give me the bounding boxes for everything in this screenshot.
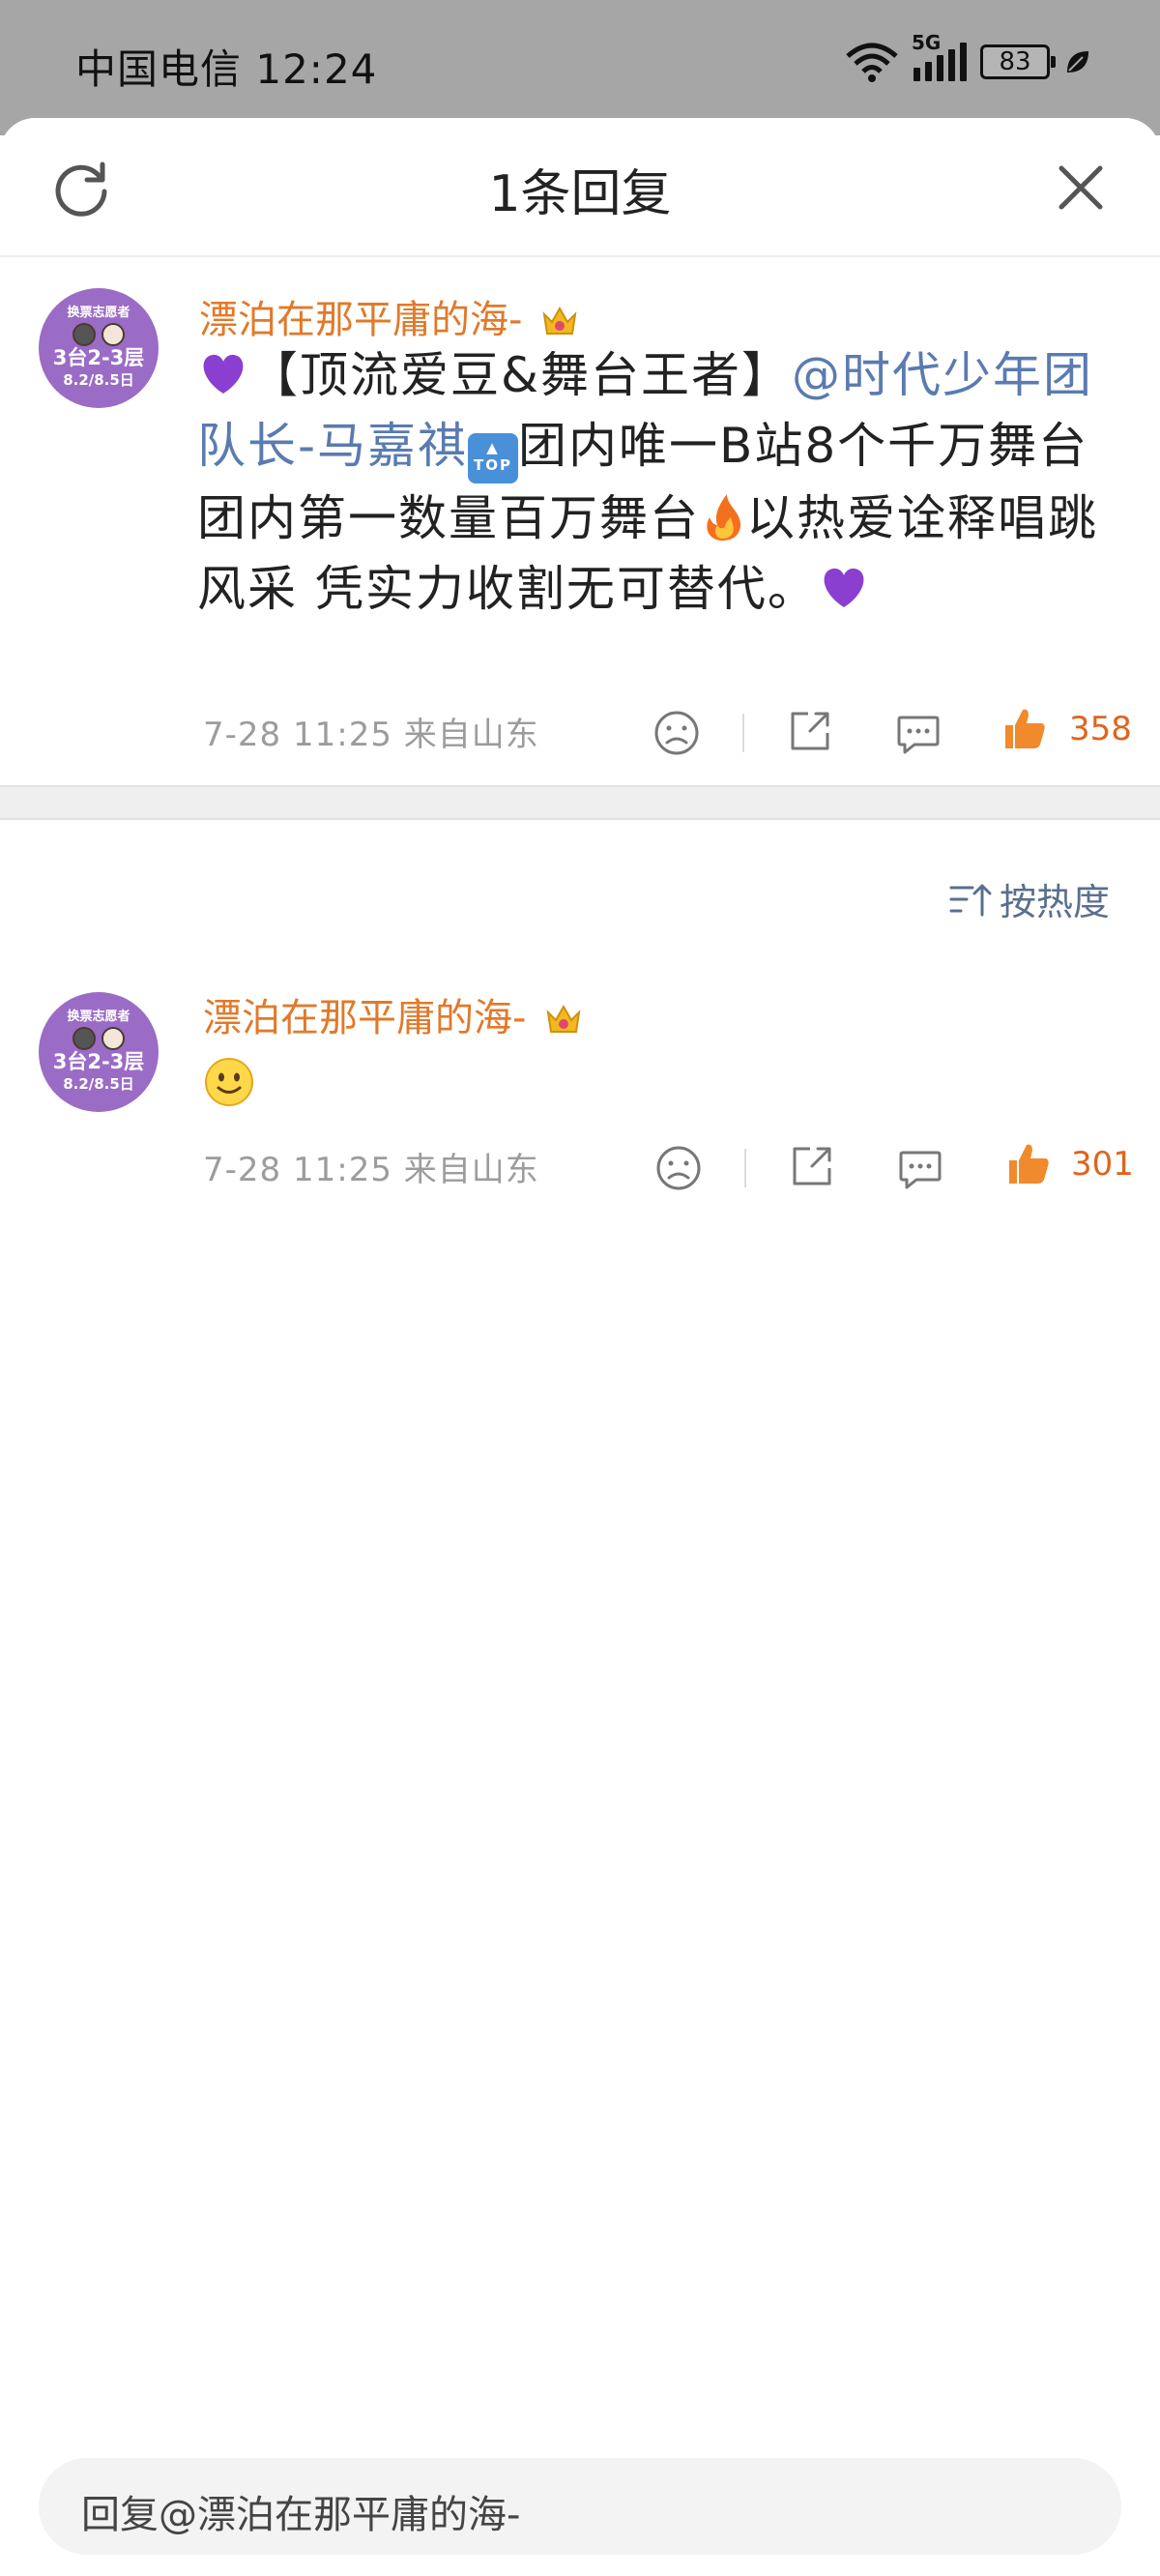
crown-icon	[542, 306, 577, 335]
username-text[interactable]: 漂泊在那平庸的海-	[199, 298, 522, 342]
comment-icon[interactable]	[895, 1143, 945, 1193]
avatar-text: 3台2-3层	[52, 1050, 145, 1073]
smile-icon	[205, 1058, 253, 1106]
share-icon[interactable]	[785, 706, 835, 756]
avatar-text: 3台2-3层	[52, 346, 145, 369]
comment-body: 【顶流爱豆&舞台王者】@时代少年团队长-马嘉祺 ▲ TOP 团内唯一B站8个千万舞台团…	[197, 340, 1125, 625]
username[interactable]: 漂泊在那平庸的海-	[203, 986, 583, 1042]
avatar-text: 8.2/8.5日	[63, 1075, 134, 1093]
dislike-icon[interactable]	[652, 708, 702, 758]
network-type: 5G	[912, 31, 942, 54]
like-count: 358	[1069, 710, 1132, 748]
username[interactable]: 漂泊在那平庸的海-	[199, 288, 579, 344]
status-bar: 中国电信 12:24 5G 83	[0, 0, 1160, 135]
purple-heart-icon	[203, 354, 244, 394]
avatar-text: 8.2/8.5日	[63, 371, 134, 389]
time-location: 7-28 11:25 来自山东	[203, 716, 539, 754]
fire-icon	[707, 494, 740, 541]
avatar[interactable]: 换票志愿者 3台2-3层 8.2/8.5日	[39, 288, 159, 408]
status-icons: 5G 83	[844, 31, 1092, 85]
comment-icon[interactable]	[893, 708, 943, 758]
share-icon[interactable]	[787, 1141, 837, 1191]
top-icon: ▲ TOP	[468, 433, 519, 483]
reply-sheet: 1条回复 换票志愿者 3台2-3层 8.2/8.5日 漂泊在那平庸的海- 【顶流…	[0, 118, 1160, 2576]
section-divider	[0, 785, 1160, 820]
avatar-text: 换票志愿者	[67, 306, 130, 320]
like-count: 301	[1071, 1145, 1134, 1184]
username-text[interactable]: 漂泊在那平庸的海-	[203, 996, 526, 1040]
avatar-faces	[39, 323, 159, 346]
close-icon[interactable]	[1052, 159, 1110, 217]
sheet-header: 1条回复	[0, 118, 1160, 257]
sort-label[interactable]: 按热度	[1000, 872, 1110, 925]
avatar-faces	[39, 1027, 159, 1050]
purple-heart-icon	[824, 568, 864, 607]
crown-icon	[546, 1004, 581, 1033]
signal-icon: 5G	[912, 31, 967, 81]
divider	[744, 1149, 746, 1187]
battery-level: 83	[999, 47, 1031, 76]
sort-icon	[949, 884, 992, 916]
reply-placeholder: 回复@漂泊在那平庸的海-	[81, 2493, 521, 2537]
carrier-time: 中国电信 12:24	[75, 45, 378, 93]
wifi-icon	[846, 43, 898, 82]
comment-text: 【顶流爱豆&舞台王者】	[249, 347, 792, 403]
avatar[interactable]: 换票志愿者 3台2-3层 8.2/8.5日	[39, 992, 159, 1112]
reply-input[interactable]: 回复@漂泊在那平庸的海-	[39, 2458, 1121, 2555]
dislike-icon[interactable]	[653, 1143, 704, 1193]
time-location: 7-28 11:25 来自山东	[203, 1151, 539, 1189]
leaf-icon	[1067, 51, 1088, 73]
sheet-title: 1条回复	[488, 165, 672, 223]
like-icon[interactable]	[1003, 1139, 1054, 1189]
divider	[742, 714, 744, 752]
sort-button[interactable]: 按热度	[949, 872, 1110, 925]
like-icon[interactable]	[1000, 704, 1050, 754]
battery-icon: 83	[980, 44, 1056, 79]
avatar-text: 换票志愿者	[67, 1010, 130, 1024]
